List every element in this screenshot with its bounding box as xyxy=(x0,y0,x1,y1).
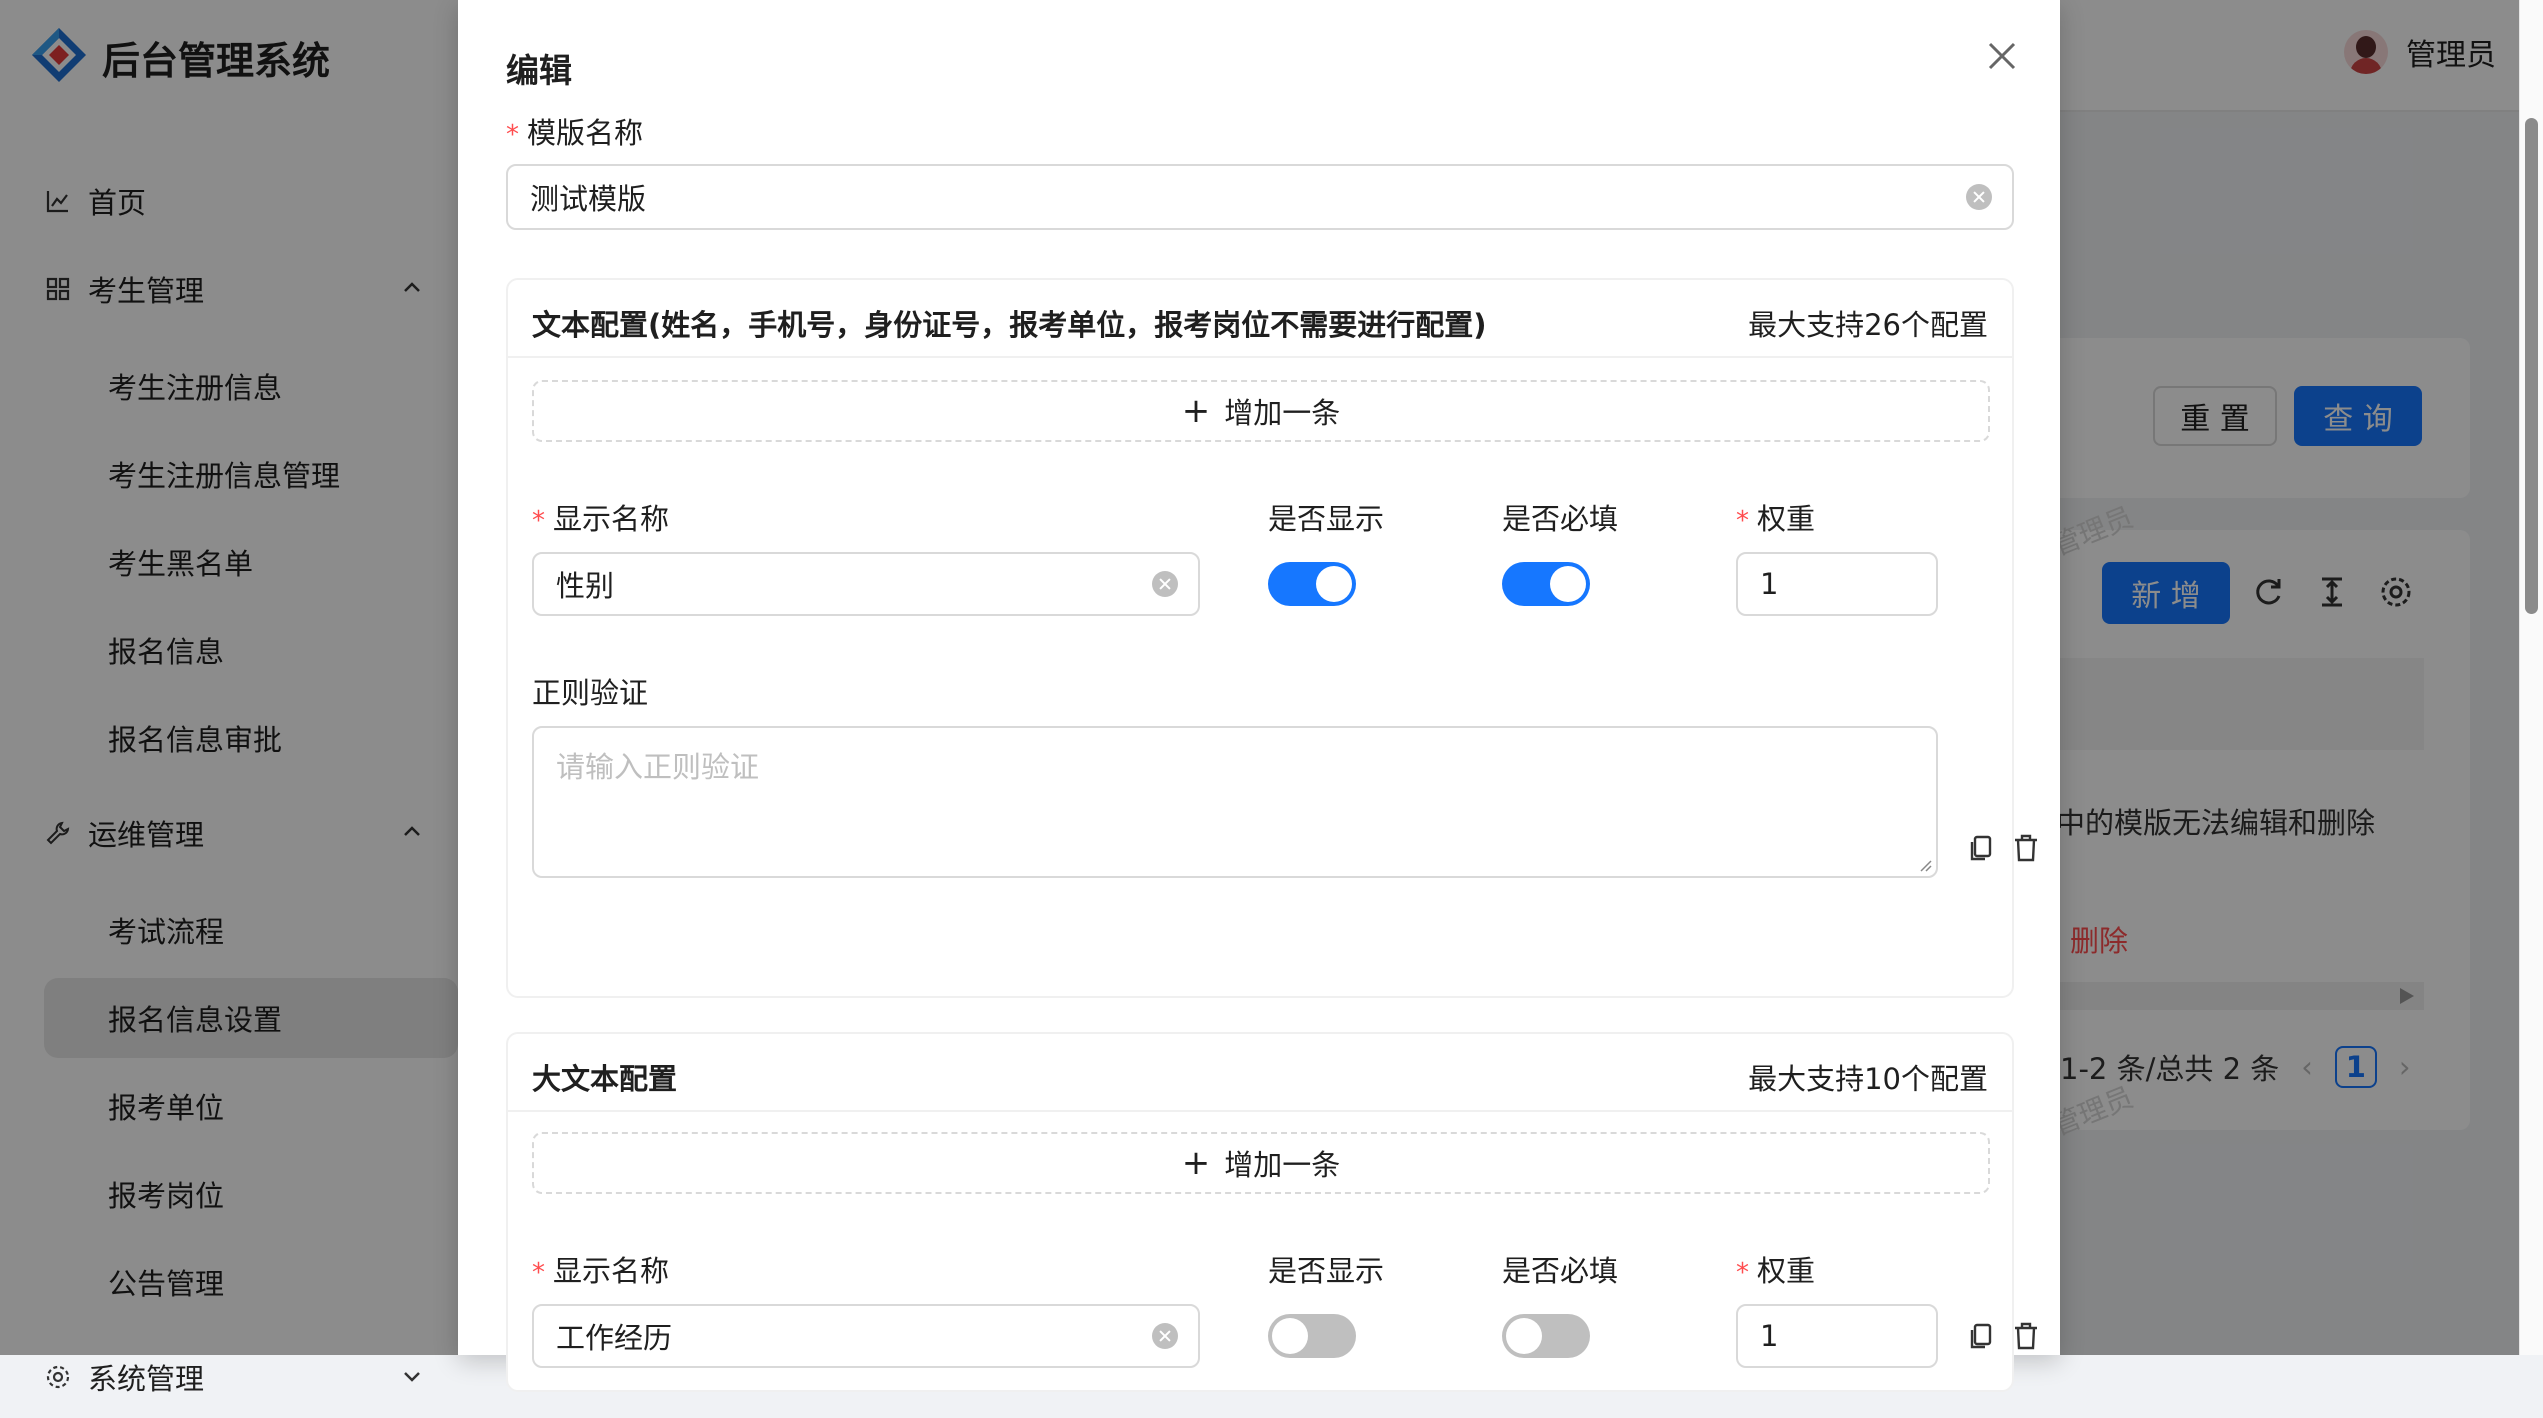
clear-icon[interactable] xyxy=(1152,1323,1178,1349)
text-config-card: 文本配置(姓名，手机号，身份证号，报考单位，报考岗位不需要进行配置) 最大支持2… xyxy=(506,278,2037,998)
template-name-label: * 模版名称 xyxy=(506,116,644,150)
display-name-label: * 显示名称 xyxy=(532,1254,670,1288)
add-row-button[interactable]: + 增加一条 xyxy=(532,1132,1990,1194)
weight-label: * 权重 xyxy=(1736,1254,1816,1288)
template-name-input[interactable]: 测试模版 xyxy=(506,164,2014,230)
required-label: 是否必填 xyxy=(1502,502,1619,536)
display-name-input[interactable]: 工作经历 xyxy=(532,1304,1200,1368)
regex-textarea[interactable]: 请输入正则验证 xyxy=(532,726,1938,878)
required-mark: * xyxy=(532,1258,545,1288)
required-label: 是否必填 xyxy=(1502,1254,1619,1288)
add-row-button[interactable]: + 增加一条 xyxy=(532,380,1990,442)
weight-label: * 权重 xyxy=(1736,502,1816,536)
page-scrollbar[interactable] xyxy=(2519,0,2543,1355)
plus-icon: + xyxy=(1181,1143,1211,1183)
required-mark: * xyxy=(1736,506,1749,536)
card-extra: 最大支持10个配置 xyxy=(1748,1062,1988,1096)
copy-icon[interactable] xyxy=(1966,1320,1998,1352)
chevron-down-icon xyxy=(404,1372,420,1382)
required-mark: * xyxy=(506,120,519,150)
clear-icon[interactable] xyxy=(1152,571,1178,597)
card-title: 大文本配置 xyxy=(532,1062,678,1096)
edit-modal: 编辑 * 模版名称 测试模版 文本配置(姓名，手机号，身份证号，报考单位，报考岗位… xyxy=(458,0,2060,1392)
required-switch[interactable] xyxy=(1502,1314,1590,1358)
card-header: 文本配置(姓名，手机号，身份证号，报考单位，报考岗位不需要进行配置) 最大支持2… xyxy=(508,280,2012,358)
resize-handle-icon[interactable] xyxy=(1918,858,1932,872)
required-mark: * xyxy=(1736,1258,1749,1288)
regex-placeholder: 请输入正则验证 xyxy=(556,750,760,784)
copy-icon[interactable] xyxy=(1966,832,1998,864)
sidebar-item-label: 系统管理 xyxy=(88,1362,205,1396)
show-switch[interactable] xyxy=(1268,1314,1356,1358)
modal-title: 编辑 xyxy=(506,51,572,90)
display-name-input[interactable]: 性别 xyxy=(532,552,1200,616)
delete-icon[interactable] xyxy=(2010,832,2042,864)
regex-label: 正则验证 xyxy=(532,676,649,710)
delete-icon[interactable] xyxy=(2010,1320,2042,1352)
required-mark: * xyxy=(532,506,545,536)
scrollbar-thumb[interactable] xyxy=(2525,118,2538,614)
weight-input[interactable]: 1 xyxy=(1736,552,1938,616)
card-title: 文本配置(姓名，手机号，身份证号，报考单位，报考岗位不需要进行配置) xyxy=(532,308,1487,342)
card-extra: 最大支持26个配置 xyxy=(1748,308,1988,342)
clear-icon[interactable] xyxy=(1966,184,1992,210)
show-label: 是否显示 xyxy=(1268,502,1385,536)
card-header: 大文本配置 最大支持10个配置 xyxy=(508,1034,2012,1112)
weight-input[interactable]: 1 xyxy=(1736,1304,1938,1368)
show-label: 是否显示 xyxy=(1268,1254,1385,1288)
setting-icon xyxy=(44,1363,72,1391)
close-icon[interactable] xyxy=(1984,38,2020,74)
show-switch[interactable] xyxy=(1268,562,1356,606)
required-switch[interactable] xyxy=(1502,562,1590,606)
large-text-config-card: 大文本配置 最大支持10个配置 + 增加一条 * 显示名称 工作经历 是否显示 是… xyxy=(506,1032,2037,1392)
plus-icon: + xyxy=(1181,391,1211,431)
display-name-label: * 显示名称 xyxy=(532,502,670,536)
